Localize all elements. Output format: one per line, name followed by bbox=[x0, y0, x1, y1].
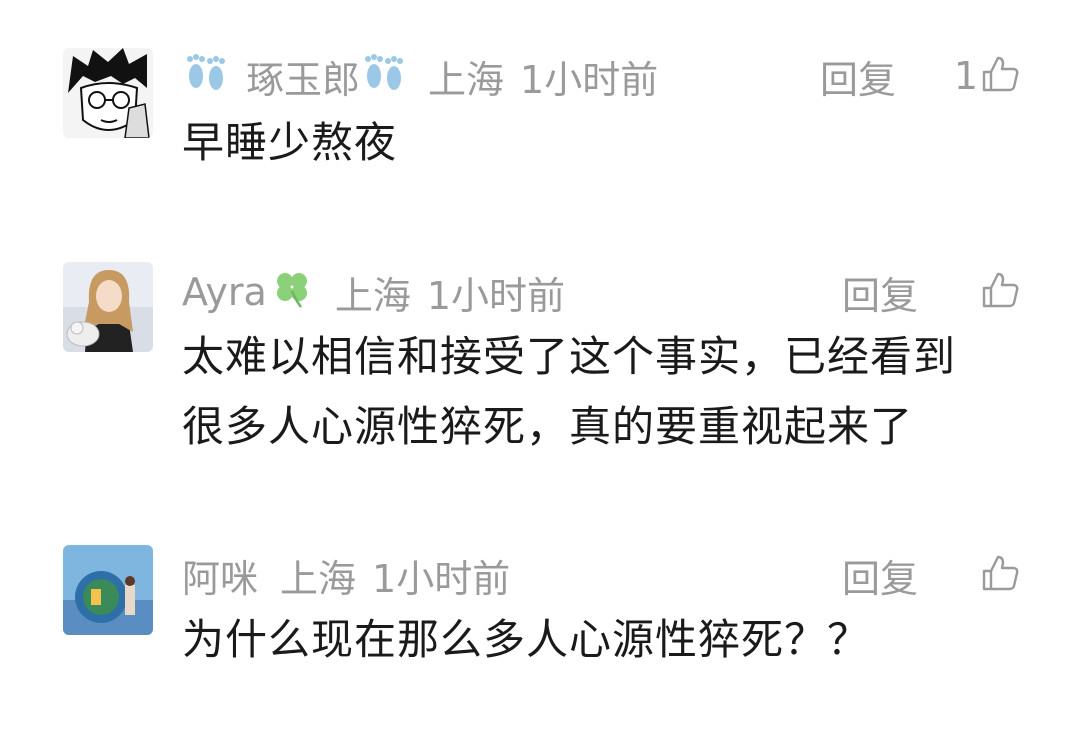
four-leaf-clover-icon bbox=[271, 267, 313, 318]
comment-meta: 琢玉郎 上海 1小时前 bbox=[182, 46, 658, 106]
comment-text-line: 很多人心源性猝死，真的要重视起来了 bbox=[182, 402, 914, 451]
footprints-icon bbox=[182, 50, 228, 103]
comment-text: 太难以相信和接受了这个事实，已经看到 很多人心源性猝死，真的要重视起来了 bbox=[182, 322, 1022, 462]
like-button[interactable] bbox=[940, 545, 1020, 605]
reply-button[interactable]: 回复 bbox=[842, 262, 918, 322]
nickname[interactable]: 琢玉郎 bbox=[246, 49, 360, 104]
comment-text-line: 为什么现在那么多人心源性猝死？？ bbox=[182, 615, 871, 664]
footprints-icon bbox=[360, 50, 406, 103]
like-button[interactable]: 1 bbox=[940, 46, 1020, 106]
avatar[interactable] bbox=[63, 545, 153, 635]
comment-meta: Ayra 上海 1小时前 bbox=[182, 262, 565, 322]
avatar[interactable] bbox=[63, 48, 153, 138]
comment-text: 为什么现在那么多人心源性猝死？？ bbox=[182, 605, 1022, 675]
avatar[interactable] bbox=[63, 262, 153, 352]
reply-button[interactable]: 回复 bbox=[842, 545, 918, 605]
location: 上海 bbox=[280, 556, 357, 601]
like-count: 1 bbox=[953, 54, 978, 98]
nickname[interactable]: Ayra bbox=[182, 270, 267, 314]
location: 上海 bbox=[428, 57, 505, 102]
thumbs-up-icon bbox=[980, 553, 1020, 597]
timestamp: 1小时前 bbox=[520, 57, 659, 102]
location: 上海 bbox=[334, 273, 411, 318]
timestamp: 1小时前 bbox=[372, 556, 511, 601]
reply-button[interactable]: 回复 bbox=[820, 46, 896, 106]
nickname[interactable]: 阿咪 bbox=[182, 548, 258, 603]
timestamp: 1小时前 bbox=[426, 273, 566, 318]
thumbs-up-icon bbox=[980, 270, 1020, 314]
comment-text-line: 太难以相信和接受了这个事实，已经看到 bbox=[182, 332, 957, 381]
thumbs-up-icon bbox=[980, 54, 1020, 98]
comment-meta: 阿咪 上海 1小时前 bbox=[182, 545, 510, 605]
comment-text-line: 早睡少熬夜 bbox=[182, 118, 398, 167]
comment-text: 早睡少熬夜 bbox=[182, 108, 1022, 178]
like-button[interactable] bbox=[940, 262, 1020, 322]
